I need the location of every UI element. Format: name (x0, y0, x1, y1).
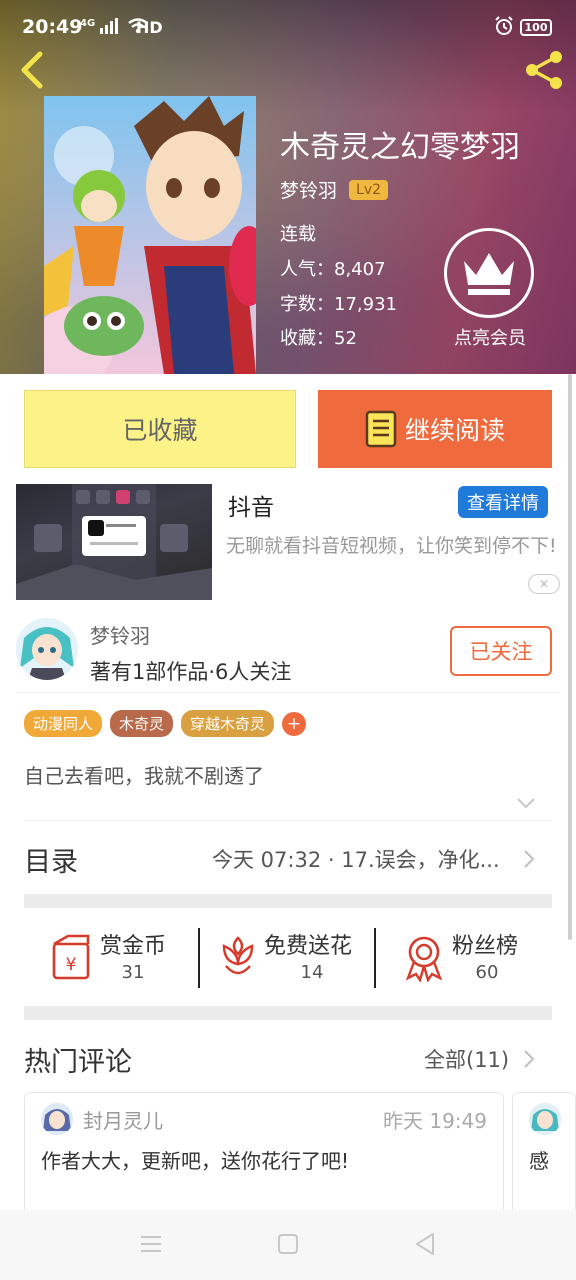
divider (16, 692, 560, 693)
add-tag-button[interactable]: + (282, 711, 307, 736)
book-popularity: 人气：8,407 (280, 255, 386, 281)
tag-item[interactable]: 木奇灵 (110, 710, 174, 737)
back-triangle-icon[interactable] (414, 1232, 436, 1256)
author-stats: 著有1部作品·6人关注 (90, 660, 292, 684)
section-separator (24, 894, 552, 908)
red-envelope-icon: ¥ (52, 934, 90, 980)
section-separator (24, 1006, 552, 1020)
comment-card[interactable]: 感 (512, 1092, 576, 1222)
synopsis: 自己去看吧，我就不剧透了 (24, 764, 264, 788)
divider (374, 928, 376, 988)
network-type: 4G (80, 18, 96, 29)
ad-detail-button[interactable]: 查看详情 (458, 486, 548, 518)
menu-icon[interactable] (140, 1234, 162, 1254)
chevron-right-icon (524, 850, 535, 868)
fan-ranking-button[interactable]: 粉丝榜 60 (402, 926, 532, 990)
alarm-icon (495, 16, 513, 35)
book-words: 字数：17,931 (280, 290, 397, 316)
medal-icon (405, 936, 443, 982)
stat-count: 31 (121, 962, 145, 983)
book-status: 连载 (280, 224, 316, 245)
home-button[interactable] (278, 1234, 298, 1254)
svg-text:¥: ¥ (66, 955, 77, 975)
status-time: 20:49 (22, 16, 83, 38)
flower-icon (222, 936, 254, 975)
words-value: 17,931 (334, 294, 397, 315)
tag-item[interactable]: 穿越木奇灵 (181, 710, 275, 737)
follow-button[interactable]: 已关注 (450, 626, 552, 676)
catalog-label: 目录 (24, 847, 78, 878)
latest-chapter: 今天 07:32 · 17.误会，净化... (212, 848, 500, 872)
book-favorites: 收藏：52 (280, 324, 357, 350)
chevron-down-icon[interactable] (516, 796, 536, 810)
avatar[interactable] (41, 1103, 73, 1135)
hd-indicator: HD (136, 18, 163, 37)
tag-list: 动漫同人 木奇灵 穿越木奇灵 + (24, 710, 307, 737)
reward-coins-button[interactable]: ¥ 赏金币 31 (50, 926, 180, 990)
share-button[interactable] (522, 48, 566, 92)
continue-reading-button[interactable]: 继续阅读 (318, 390, 552, 468)
close-icon[interactable]: ✕ (528, 574, 560, 594)
all-comments-label: 全部(11) (424, 1048, 510, 1072)
book-cover[interactable] (44, 96, 256, 374)
comment-user[interactable]: 封月灵儿 (83, 1105, 163, 1134)
ad-thumbnail[interactable] (16, 484, 212, 600)
author-name[interactable]: 梦铃羽 (90, 620, 150, 649)
popularity-value: 8,407 (334, 259, 386, 280)
stat-count: 14 (300, 962, 324, 983)
chevron-right-icon (524, 1050, 535, 1068)
vip-label: 点亮会员 (454, 328, 526, 349)
ad-description: 无聊就看抖音短视频，让你笑到停不下! (226, 535, 557, 557)
book-icon (365, 410, 397, 448)
continue-reading-label: 继续阅读 (404, 416, 505, 445)
stat-label: 粉丝榜 (452, 934, 519, 959)
stat-label: 赏金币 (100, 934, 167, 959)
words-label: 字数： (280, 294, 334, 315)
avatar-image (529, 1103, 561, 1135)
favorited-button[interactable]: 已收藏 (24, 390, 296, 468)
avatar[interactable] (16, 618, 78, 680)
comment-text: 感 (529, 1149, 549, 1173)
author-line: 梦铃羽 Lv2 (280, 176, 389, 203)
back-button[interactable] (14, 50, 50, 90)
hot-comments-title: 热门评论 (24, 1047, 132, 1078)
comment-text: 作者大大，更新吧，送你花行了吧! (41, 1149, 350, 1173)
avatar-image (41, 1103, 73, 1135)
vip-button[interactable]: 点亮会员 (444, 228, 536, 350)
system-nav-bar (0, 1210, 576, 1280)
comment-time: 昨天 19:49 (383, 1109, 487, 1133)
battery-indicator: 100 (520, 19, 552, 36)
send-flower-button[interactable]: 免费送花 14 (216, 926, 366, 990)
stat-label: 免费送花 (264, 934, 353, 959)
avatar-image (16, 618, 78, 680)
divider (24, 820, 552, 821)
book-title: 木奇灵之幻零梦羽 (280, 130, 520, 165)
signal-icon (100, 18, 119, 34)
status-bar: 20:49 4G HD 100 (0, 0, 576, 52)
vip-circle (444, 228, 534, 318)
tag-item[interactable]: 动漫同人 (24, 710, 103, 737)
popularity-label: 人气： (280, 259, 334, 280)
avatar[interactable] (529, 1103, 561, 1135)
divider (198, 928, 200, 988)
ad-title: 抖音 (228, 495, 274, 521)
book-author[interactable]: 梦铃羽 (280, 176, 337, 203)
favorites-label: 收藏： (280, 328, 334, 349)
crown-icon (464, 253, 514, 295)
comment-card[interactable]: 封月灵儿 昨天 19:49 作者大大，更新吧，送你花行了吧! (24, 1092, 504, 1222)
stat-count: 60 (475, 962, 499, 983)
cover-illustration (44, 96, 256, 374)
favorites-value: 52 (334, 328, 357, 349)
ad-image (16, 484, 212, 600)
scrollbar[interactable] (568, 374, 572, 940)
level-badge: Lv2 (349, 179, 389, 200)
